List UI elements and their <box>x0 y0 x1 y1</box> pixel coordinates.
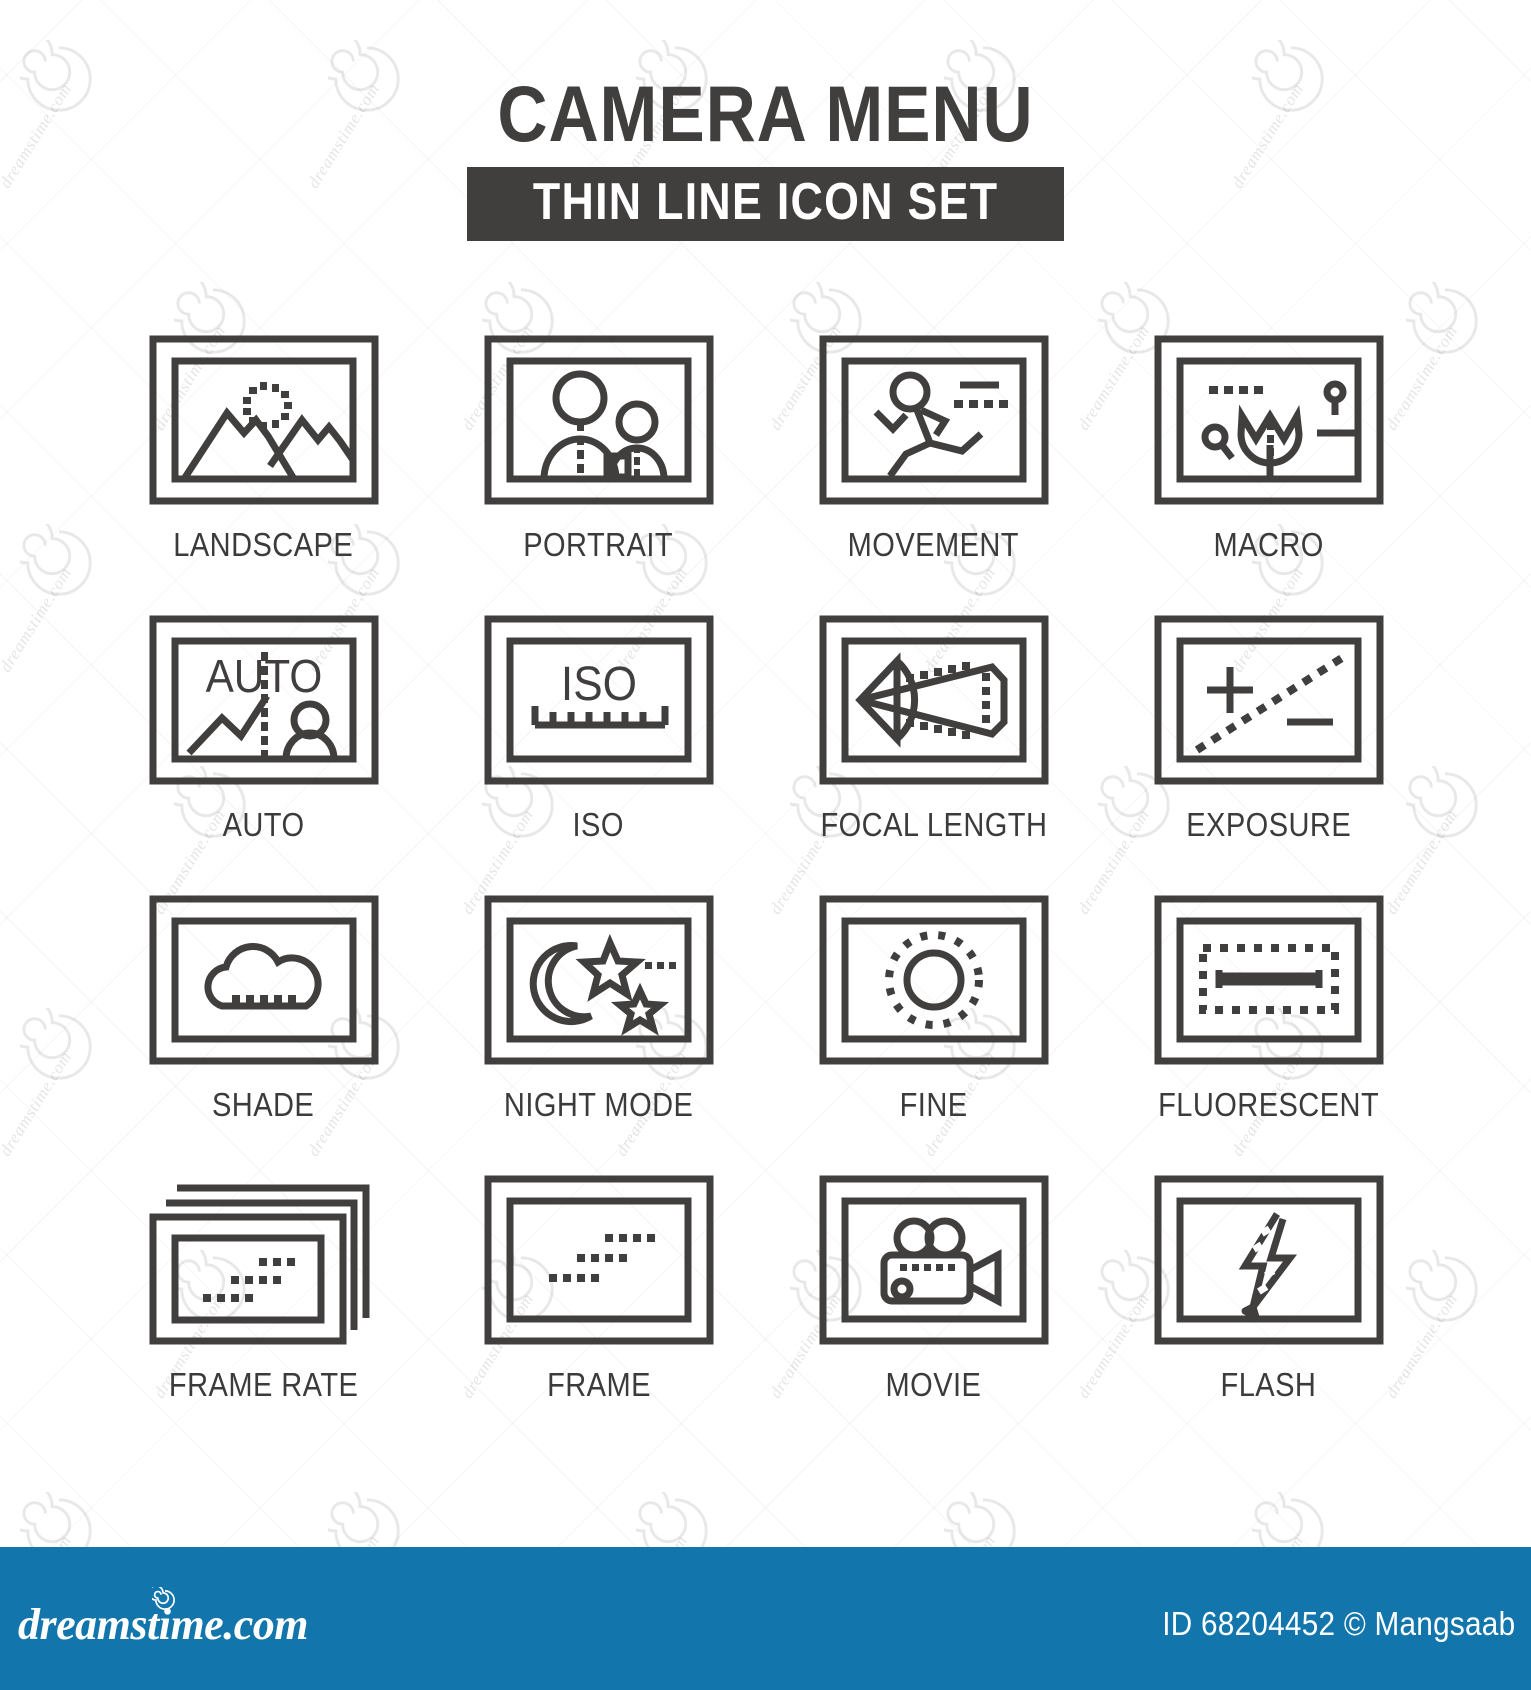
watermark-spiral-icon <box>2 512 98 602</box>
icon-label: PORTRAIT <box>523 526 674 563</box>
two-people-icon <box>484 335 713 505</box>
icon-cell-focal-length[interactable]: FOCAL LENGTH <box>766 610 1101 890</box>
icon-label: FOCAL LENGTH <box>820 806 1047 843</box>
icon-cell-auto[interactable]: AUTO AUTO <box>96 610 431 890</box>
icon-cell-exposure[interactable]: EXPOSURE <box>1101 610 1436 890</box>
icon-label: FLASH <box>1220 1366 1317 1403</box>
icon-cell-fine[interactable]: FINE <box>766 890 1101 1170</box>
icon-label: FINE <box>899 1086 968 1123</box>
icon-label: FRAME <box>546 1366 651 1403</box>
icon-cell-portrait[interactable]: PORTRAIT <box>431 330 766 610</box>
iso-text: ISO <box>560 656 636 710</box>
running-person-icon <box>819 335 1048 505</box>
watermark-text: dreamstime.com <box>0 563 76 676</box>
plus-minus-diagonal-icon <box>1154 615 1383 785</box>
flower-magnifier-icon <box>1154 335 1383 505</box>
watermark-text: dreamstime.com <box>0 1047 76 1160</box>
icon-label: LANDSCAPE <box>173 526 354 563</box>
icon-cell-flash[interactable]: FLASH <box>1101 1170 1436 1450</box>
cloud-icon <box>149 895 378 1065</box>
icon-cell-iso[interactable]: ISO ISO <box>431 610 766 890</box>
film-camera-icon <box>819 1175 1048 1345</box>
auto-text-icon: AUTO <box>149 615 378 785</box>
stacked-frames-icon <box>149 1184 369 1345</box>
icon-cell-landscape[interactable]: LANDSCAPE <box>96 330 431 610</box>
icon-grid: LANDSCAPE PORTRAIT MOVEMENT MACRO AUTO A… <box>96 330 1436 1450</box>
light-tube-icon <box>1154 895 1383 1065</box>
lens-cone-icon <box>819 615 1048 785</box>
image-credit: ID 68204452 © Mangsaab <box>1161 1605 1515 1642</box>
icon-label: MACRO <box>1213 526 1324 563</box>
iso-scale-icon: ISO <box>484 615 713 785</box>
icon-label: FRAME RATE <box>168 1366 359 1403</box>
icon-cell-shade[interactable]: SHADE <box>96 890 431 1170</box>
dreamstime-spiral-icon <box>152 1587 175 1610</box>
dreamstime-footer-bar: dreamstime.com ID 68204452 © Mangsaab <box>0 1547 1531 1690</box>
icon-label: FLUORESCENT <box>1157 1086 1380 1123</box>
dotted-circle-icon <box>819 895 1048 1065</box>
icon-label: EXPOSURE <box>1186 806 1351 843</box>
icon-label: SHADE <box>212 1086 315 1123</box>
poster-header: CAMERA MENU THIN LINE ICON SET <box>0 0 1531 241</box>
single-frame-icon <box>484 1175 713 1345</box>
icon-cell-macro[interactable]: MACRO <box>1101 330 1436 610</box>
poster-canvas: dreamstime.com dreamstime.com dreamstime.c… <box>0 0 1531 1690</box>
mountains-with-sun-icon <box>149 335 378 505</box>
icon-cell-movement[interactable]: MOVEMENT <box>766 330 1101 610</box>
icon-label: MOVIE <box>885 1366 982 1403</box>
icon-cell-frame[interactable]: FRAME <box>431 1170 766 1450</box>
icon-cell-fluorescent[interactable]: FLUORESCENT <box>1101 890 1436 1170</box>
moon-stars-icon <box>484 895 713 1065</box>
page-subtitle: THIN LINE ICON SET <box>532 172 999 231</box>
watermark-spiral-icon <box>2 996 98 1086</box>
icon-label: AUTO <box>222 806 305 843</box>
subtitle-banner: THIN LINE ICON SET <box>466 166 1065 241</box>
page-title: CAMERA MENU <box>497 69 1034 158</box>
icon-cell-frame-rate[interactable]: FRAME RATE <box>96 1170 431 1450</box>
icon-label: MOVEMENT <box>847 526 1020 563</box>
icon-cell-night-mode[interactable]: NIGHT MODE <box>431 890 766 1170</box>
icon-cell-movie[interactable]: MOVIE <box>766 1170 1101 1450</box>
lightning-bolt-icon <box>1154 1175 1383 1345</box>
icon-label: NIGHT MODE <box>503 1086 694 1123</box>
icon-label: ISO <box>572 806 625 843</box>
